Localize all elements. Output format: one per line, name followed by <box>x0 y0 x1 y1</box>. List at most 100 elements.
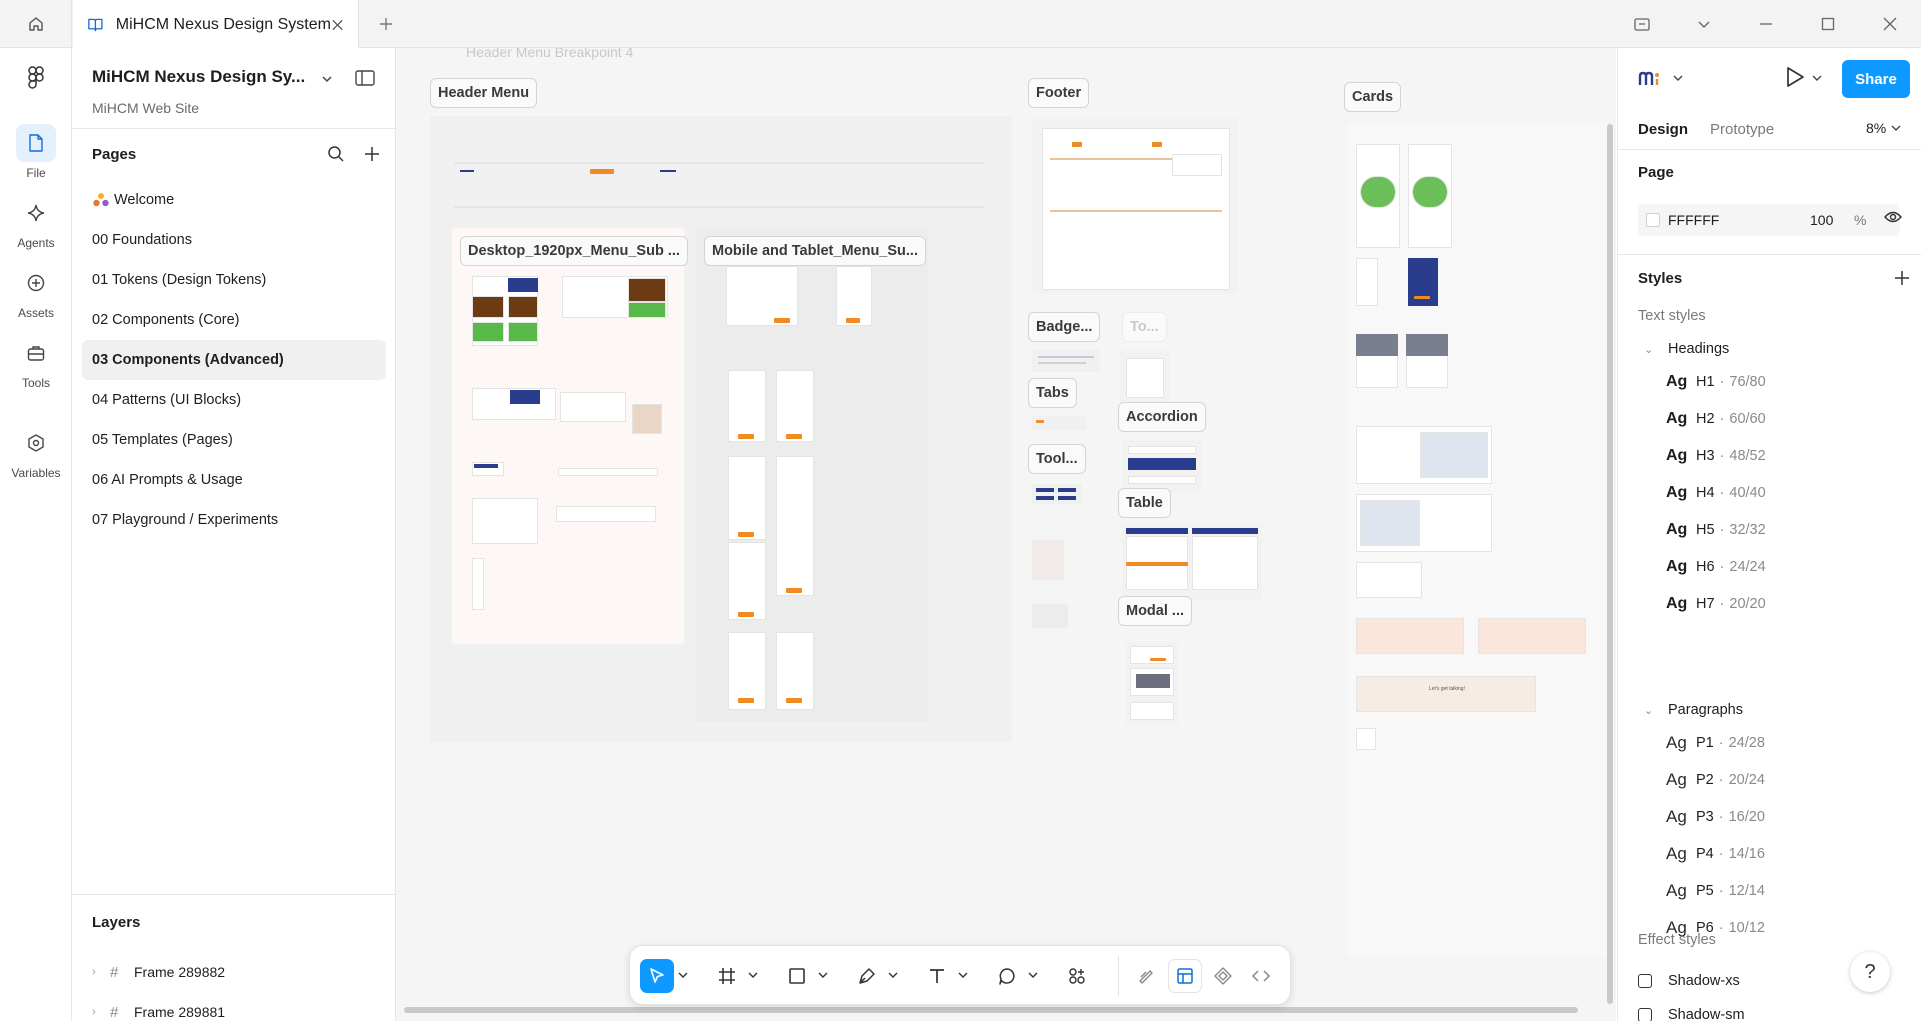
section-label-table[interactable]: Table <box>1118 488 1171 518</box>
rail-variables[interactable]: Variables <box>0 424 72 480</box>
expand-chevron-icon[interactable]: › <box>92 966 106 978</box>
text-style-h2[interactable]: Ag H2 · 60/60 <box>1666 407 1766 431</box>
close-icon[interactable] <box>331 18 344 32</box>
layer-row[interactable]: › # Frame 289881 <box>92 998 225 1021</box>
vertical-scrollbar[interactable] <box>1607 124 1613 1004</box>
page-opacity-value[interactable]: 100 <box>1810 212 1833 228</box>
page-item-tokens[interactable]: 01 Tokens (Design Tokens) <box>82 260 386 300</box>
tabs-frame[interactable] <box>1032 416 1086 430</box>
horizontal-scrollbar[interactable] <box>404 1007 1578 1013</box>
text-style-h1[interactable]: Ag H1 · 76/80 <box>1666 370 1766 394</box>
dev-mode-button[interactable] <box>1244 959 1278 993</box>
page-color-field[interactable]: FFFFFF 100 % <box>1638 204 1900 236</box>
home-button[interactable] <box>0 0 72 48</box>
page-item-welcome[interactable]: Welcome <box>82 180 386 220</box>
section-label-mobile-menu[interactable]: Mobile and Tablet_Menu_Su... <box>704 236 926 266</box>
window-close-button[interactable] <box>1859 0 1921 48</box>
color-swatch[interactable] <box>1646 213 1660 227</box>
move-tool-button[interactable] <box>640 959 674 993</box>
text-style-p5[interactable]: Ag P5 · 12/14 <box>1666 879 1765 903</box>
comment-tool-menu[interactable] <box>1028 967 1038 983</box>
rectangle-tool-button[interactable] <box>780 959 814 993</box>
text-style-h6[interactable]: Ag H6 · 24/24 <box>1666 555 1766 579</box>
misc-frame[interactable] <box>1032 540 1064 580</box>
add-style-icon[interactable] <box>1894 270 1910 286</box>
search-icon[interactable] <box>326 144 346 164</box>
pen-tool-button[interactable] <box>850 959 884 993</box>
tab-design[interactable]: Design <box>1638 108 1688 150</box>
section-label-accordion[interactable]: Accordion <box>1118 402 1206 432</box>
text-style-p4[interactable]: Ag P4 · 14/16 <box>1666 842 1765 866</box>
desktop-menu-frame[interactable] <box>452 228 684 644</box>
text-style-p3[interactable]: Ag P3 · 16/20 <box>1666 805 1765 829</box>
headings-group[interactable]: ⌄ Headings <box>1644 341 1729 357</box>
chevron-down-icon[interactable] <box>1812 74 1822 82</box>
tooltip-frame[interactable] <box>1032 484 1082 504</box>
figma-logo-icon[interactable] <box>22 64 50 94</box>
file-tab[interactable]: MiHCM Nexus Design System <box>73 0 359 49</box>
actions-tool-button[interactable] <box>1060 959 1094 993</box>
text-style-p1[interactable]: Ag P1 · 24/28 <box>1666 731 1765 755</box>
draw-mode-button[interactable] <box>1130 959 1164 993</box>
shape-tool-menu[interactable] <box>818 967 828 983</box>
move-tool-menu[interactable] <box>678 967 688 983</box>
misc-frame[interactable] <box>1032 604 1068 628</box>
zoom-dropdown[interactable]: 8% <box>1866 120 1902 136</box>
text-tool-button[interactable] <box>920 959 954 993</box>
frame-tool-button[interactable] <box>710 959 744 993</box>
section-label-to[interactable]: To... <box>1122 312 1167 342</box>
page-item-foundations[interactable]: 00 Foundations <box>82 220 386 260</box>
accordion-frame[interactable] <box>1122 440 1202 492</box>
file-title[interactable]: MiHCM Nexus Design Sy... <box>92 67 305 87</box>
text-style-h3[interactable]: Ag H3 · 48/52 <box>1666 444 1766 468</box>
comment-tool-button[interactable] <box>990 959 1024 993</box>
folder-button[interactable] <box>1611 0 1673 48</box>
section-label-header-menu[interactable]: Header Menu <box>430 78 538 108</box>
text-style-h4[interactable]: Ag H4 · 40/40 <box>1666 481 1766 505</box>
frame-tool-menu[interactable] <box>748 967 758 983</box>
mobile-menu-frame[interactable] <box>696 228 928 722</box>
share-button[interactable]: Share <box>1842 60 1910 98</box>
help-button[interactable]: ? <box>1850 952 1890 992</box>
menu-dropdown-button[interactable] <box>1673 0 1735 48</box>
visibility-eye-icon[interactable] <box>1884 210 1902 224</box>
section-label-tooltip[interactable]: Tool... <box>1028 444 1086 474</box>
page-item-ai-prompts[interactable]: 06 AI Prompts & Usage <box>82 460 386 500</box>
design-canvas[interactable]: Header Menu Breakpoint 4 Header Menu Des… <box>396 48 1616 1021</box>
page-item-components-advanced[interactable]: 03 Components (Advanced) <box>82 340 386 380</box>
text-style-h7[interactable]: Ag H7 · 20/20 <box>1666 592 1766 616</box>
text-tool-menu[interactable] <box>958 967 968 983</box>
section-label-footer[interactable]: Footer <box>1028 78 1090 108</box>
section-label-tabs[interactable]: Tabs <box>1028 378 1077 408</box>
layer-row[interactable]: › # Frame 289882 <box>92 958 225 986</box>
effect-style-shadow-xs[interactable]: Shadow-xs <box>1638 970 1740 992</box>
rail-assets[interactable]: Assets <box>0 264 72 320</box>
file-menu-chevron-icon[interactable] <box>320 72 334 86</box>
expand-chevron-icon[interactable]: › <box>92 1006 106 1018</box>
pen-tool-menu[interactable] <box>888 967 898 983</box>
section-label-modal[interactable]: Modal ... <box>1118 596 1192 626</box>
rail-file[interactable]: File <box>0 124 72 180</box>
text-style-p2[interactable]: Ag P2 · 20/24 <box>1666 768 1765 792</box>
effect-style-shadow-sm[interactable]: Shadow-sm <box>1638 1004 1745 1021</box>
page-item-playground[interactable]: 07 Playground / Experiments <box>82 500 386 540</box>
modal-frame[interactable] <box>1126 642 1178 726</box>
play-icon[interactable] <box>1784 65 1806 89</box>
table-frame[interactable] <box>1122 524 1262 600</box>
rail-tools[interactable]: Tools <box>0 334 72 390</box>
section-label-badge[interactable]: Badge... <box>1028 312 1101 342</box>
toast-frame[interactable] <box>1120 350 1170 406</box>
section-label-cards[interactable]: Cards <box>1344 82 1402 112</box>
sidebar-toggle-icon[interactable] <box>354 68 376 88</box>
section-label-desktop-menu[interactable]: Desktop_1920px_Menu_Sub ... <box>460 236 688 266</box>
page-item-components-core[interactable]: 02 Components (Core) <box>82 300 386 340</box>
chevron-down-icon[interactable] <box>1673 74 1683 82</box>
prototype-mode-button[interactable] <box>1206 959 1240 993</box>
brand-logo-icon[interactable] <box>1638 70 1664 88</box>
badge-frame[interactable] <box>1032 350 1100 372</box>
paragraphs-group[interactable]: ⌄ Paragraphs <box>1644 702 1743 718</box>
cards-frame[interactable]: Let's get talking! <box>1348 124 1608 956</box>
page-item-templates[interactable]: 05 Templates (Pages) <box>82 420 386 460</box>
project-subtitle[interactable]: MiHCM Web Site <box>92 100 199 116</box>
footer-frame[interactable] <box>1032 118 1238 294</box>
